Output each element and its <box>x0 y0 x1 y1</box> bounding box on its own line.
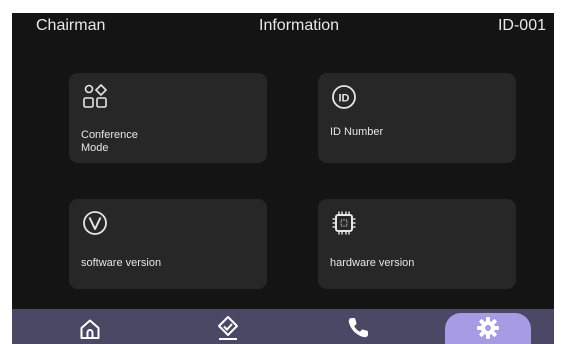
home-icon <box>80 319 100 339</box>
page-title: Information <box>259 17 340 34</box>
tile-label: hardware version <box>330 257 415 269</box>
nav-phone[interactable] <box>338 309 378 344</box>
tile-id-number[interactable]: ID ID Number <box>318 73 516 163</box>
bottom-nav <box>12 309 554 344</box>
device-screen: Chairman Information ID-001 Conference M… <box>12 13 554 344</box>
device-id: ID-001 <box>497 17 546 34</box>
role-label: Chairman <box>36 17 106 34</box>
tile-label: ID Number <box>330 126 384 138</box>
chip-icon <box>332 211 356 235</box>
checklist-icon <box>218 316 238 340</box>
shapes-icon <box>83 83 108 108</box>
nav-home[interactable] <box>70 309 110 344</box>
nav-checklist[interactable] <box>208 309 248 344</box>
phone-icon <box>348 318 368 338</box>
tile-software-version[interactable]: software version <box>69 199 267 289</box>
version-icon <box>83 211 107 235</box>
tile-conference-mode[interactable]: Conference Mode <box>69 73 267 163</box>
id-icon: ID <box>332 85 356 109</box>
gear-icon <box>477 317 499 339</box>
tile-label: Conference Mode <box>81 129 138 154</box>
nav-settings-active[interactable] <box>445 313 531 344</box>
tile-hardware-version[interactable]: hardware version <box>318 199 516 289</box>
top-bar: Chairman Information ID-001 <box>12 13 554 43</box>
tile-label: software version <box>81 257 162 269</box>
svg-text:ID: ID <box>339 93 350 105</box>
